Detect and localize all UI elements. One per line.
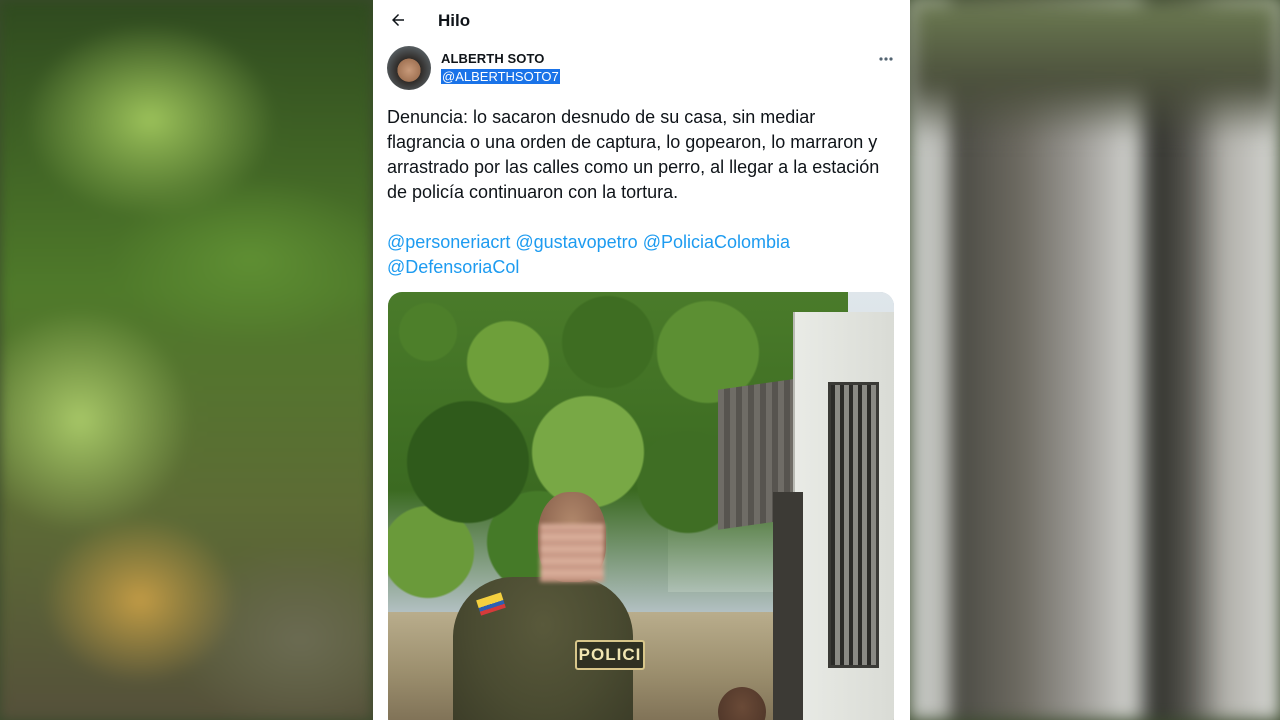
author-name[interactable]: ALBERTH SOTO: [441, 51, 545, 66]
more-horizontal-icon: [879, 57, 893, 61]
blurred-background-right-top: [910, 0, 1280, 140]
page-title: Hilo: [438, 11, 471, 30]
photo-window: [828, 382, 879, 668]
author-handle[interactable]: @ALBERTHSOTO7: [441, 69, 560, 84]
arrow-left-icon: [392, 14, 404, 26]
avatar[interactable]: [387, 46, 431, 90]
back-button[interactable]: [387, 8, 409, 32]
photo-police-badge: POLICI: [575, 640, 645, 670]
blurred-background-left: [0, 0, 372, 720]
tweet-photo[interactable]: POLICI: [388, 292, 894, 720]
photo-blurred-face: [540, 524, 604, 582]
mention-link[interactable]: @DefensoriaCol: [387, 257, 519, 277]
tweet-mentions: @personeriacrt @gustavopetro @PoliciaCol…: [387, 230, 897, 280]
mention-link[interactable]: @gustavopetro: [515, 232, 637, 252]
mention-link[interactable]: @personeriacrt: [387, 232, 510, 252]
tweet-text: Denuncia: lo sacaron desnudo de su casa,…: [387, 107, 880, 202]
thread-header: Hilo: [373, 0, 910, 40]
more-options-button[interactable]: [875, 50, 897, 68]
mention-link[interactable]: @PoliciaColombia: [643, 232, 790, 252]
tweet-card: Hilo ALBERTH SOTO @ALBERTHSOTO7 Denuncia…: [373, 0, 910, 720]
tweet-author: ALBERTH SOTO @ALBERTHSOTO7: [387, 46, 897, 92]
photo-door: [773, 492, 803, 720]
